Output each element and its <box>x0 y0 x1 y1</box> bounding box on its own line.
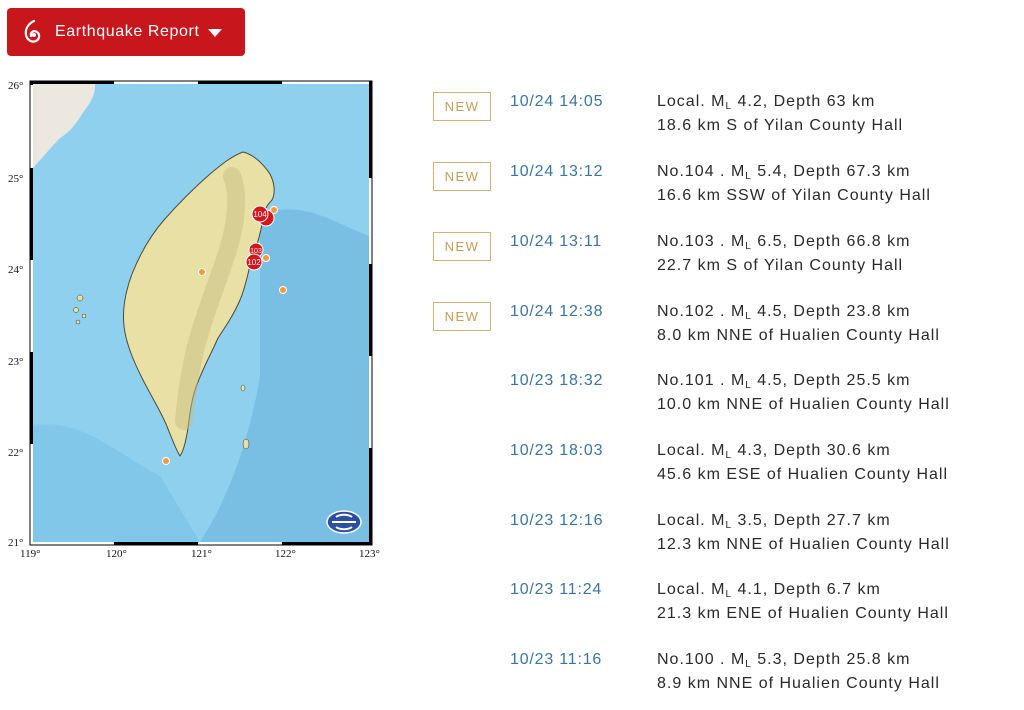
new-badge: NEW <box>433 302 491 331</box>
lat-label: 25° <box>8 173 23 185</box>
cwa-logo-icon <box>326 510 362 534</box>
event-location: 8.0 km NNE of Hualien County Hall <box>657 327 940 344</box>
magnitude-symbol: ML <box>711 512 733 531</box>
magnitude-symbol: ML <box>711 93 733 112</box>
event-summary: No.102 . ML 4.5, Depth 23.8 km <box>657 303 911 322</box>
lon-label: 122° <box>275 548 296 560</box>
earthquake-logo-icon <box>24 20 41 43</box>
magnitude-symbol: ML <box>730 163 752 182</box>
event-summary: No.104 . ML 5.4, Depth 67.3 km <box>657 163 911 182</box>
magnitude-symbol: ML <box>730 233 752 252</box>
earthquake-map[interactable]: 104 103 102 26° 25° 24° 23° 22° 21° 119°… <box>0 76 392 566</box>
earthquake-item[interactable]: 10/23 18:03 Local. ML 4.3, Depth 30.6 km… <box>430 441 1020 501</box>
marker-small[interactable] <box>162 457 170 465</box>
lon-label: 123° <box>359 548 380 560</box>
earthquake-item[interactable]: NEW 10/24 13:11 No.103 . ML 6.5, Depth 6… <box>430 232 1020 292</box>
chevron-down-icon <box>207 29 222 37</box>
marker-104[interactable]: 104 <box>251 205 269 223</box>
earthquake-item[interactable]: NEW 10/24 14:05 Local. ML 4.2, Depth 63 … <box>430 92 1020 152</box>
earthquake-item[interactable]: 10/23 12:16 Local. ML 3.5, Depth 27.7 km… <box>430 511 1020 571</box>
earthquake-item[interactable]: 10/23 18:32 No.101 . ML 4.5, Depth 25.5 … <box>430 371 1020 431</box>
marker-small[interactable] <box>198 268 206 276</box>
lat-label: 23° <box>8 356 23 368</box>
marker-small[interactable] <box>262 254 270 262</box>
event-location: 21.3 km ENE of Hualien County Hall <box>657 605 949 622</box>
new-badge: NEW <box>433 232 491 261</box>
event-time: 10/24 13:12 <box>510 163 604 180</box>
event-summary: Local. ML 4.1, Depth 6.7 km <box>657 581 881 600</box>
event-summary: Local. ML 3.5, Depth 27.7 km <box>657 512 891 531</box>
lat-label: 26° <box>8 80 23 92</box>
earthquake-report-label: Earthquake Report <box>55 23 200 40</box>
event-location: 18.6 km S of Yilan County Hall <box>657 117 904 134</box>
event-summary: Local. ML 4.2, Depth 63 km <box>657 93 876 112</box>
earthquake-item[interactable]: NEW 10/24 12:38 No.102 . ML 4.5, Depth 2… <box>430 302 1020 362</box>
earthquake-report-dropdown[interactable]: Earthquake Report <box>7 8 245 56</box>
magnitude-symbol: ML <box>730 303 752 322</box>
event-location: 16.6 km SSW of Yilan County Hall <box>657 187 931 204</box>
earthquake-item[interactable]: 10/23 11:16 No.100 . ML 5.3, Depth 25.8 … <box>430 650 1020 710</box>
new-badge: NEW <box>433 162 491 191</box>
svg-text:104: 104 <box>253 210 267 219</box>
event-location: 12.3 km NNE of Hualien County Hall <box>657 536 950 553</box>
event-time: 10/24 13:11 <box>510 233 603 250</box>
event-summary: Local. ML 4.3, Depth 30.6 km <box>657 442 891 461</box>
event-time: 10/24 14:05 <box>510 93 604 110</box>
lon-label: 121° <box>191 548 212 560</box>
new-badge: NEW <box>433 92 491 121</box>
event-time: 10/23 11:24 <box>510 581 603 598</box>
event-location: 45.6 km ESE of Hualien County Hall <box>657 466 949 483</box>
marker-102[interactable]: 102 <box>245 253 263 271</box>
event-summary: No.100 . ML 5.3, Depth 25.8 km <box>657 651 911 670</box>
magnitude-symbol: ML <box>711 581 733 600</box>
magnitude-symbol: ML <box>711 442 733 461</box>
magnitude-symbol: ML <box>730 651 752 670</box>
event-location: 22.7 km S of Yilan County Hall <box>657 257 904 274</box>
earthquake-item[interactable]: 10/23 11:24 Local. ML 4.1, Depth 6.7 km … <box>430 580 1020 640</box>
earthquake-item[interactable]: NEW 10/24 13:12 No.104 . ML 5.4, Depth 6… <box>430 162 1020 222</box>
magnitude-symbol: ML <box>730 372 752 391</box>
event-location: 10.0 km NNE of Hualien County Hall <box>657 396 950 413</box>
event-time: 10/23 11:16 <box>510 651 603 668</box>
event-summary: No.103 . ML 6.5, Depth 66.8 km <box>657 233 911 252</box>
event-time: 10/23 18:03 <box>510 442 604 459</box>
event-time: 10/24 12:38 <box>510 303 604 320</box>
lon-label: 120° <box>106 548 127 560</box>
lat-label: 22° <box>8 447 23 459</box>
marker-small[interactable] <box>279 286 287 294</box>
event-time: 10/23 12:16 <box>510 512 604 529</box>
svg-text:102: 102 <box>247 258 261 267</box>
event-time: 10/23 18:32 <box>510 372 604 389</box>
event-summary: No.101 . ML 4.5, Depth 25.5 km <box>657 372 911 391</box>
lon-label: 119° <box>20 548 41 560</box>
event-location: 8.9 km NNE of Hualien County Hall <box>657 675 940 692</box>
lat-label: 24° <box>8 264 23 276</box>
